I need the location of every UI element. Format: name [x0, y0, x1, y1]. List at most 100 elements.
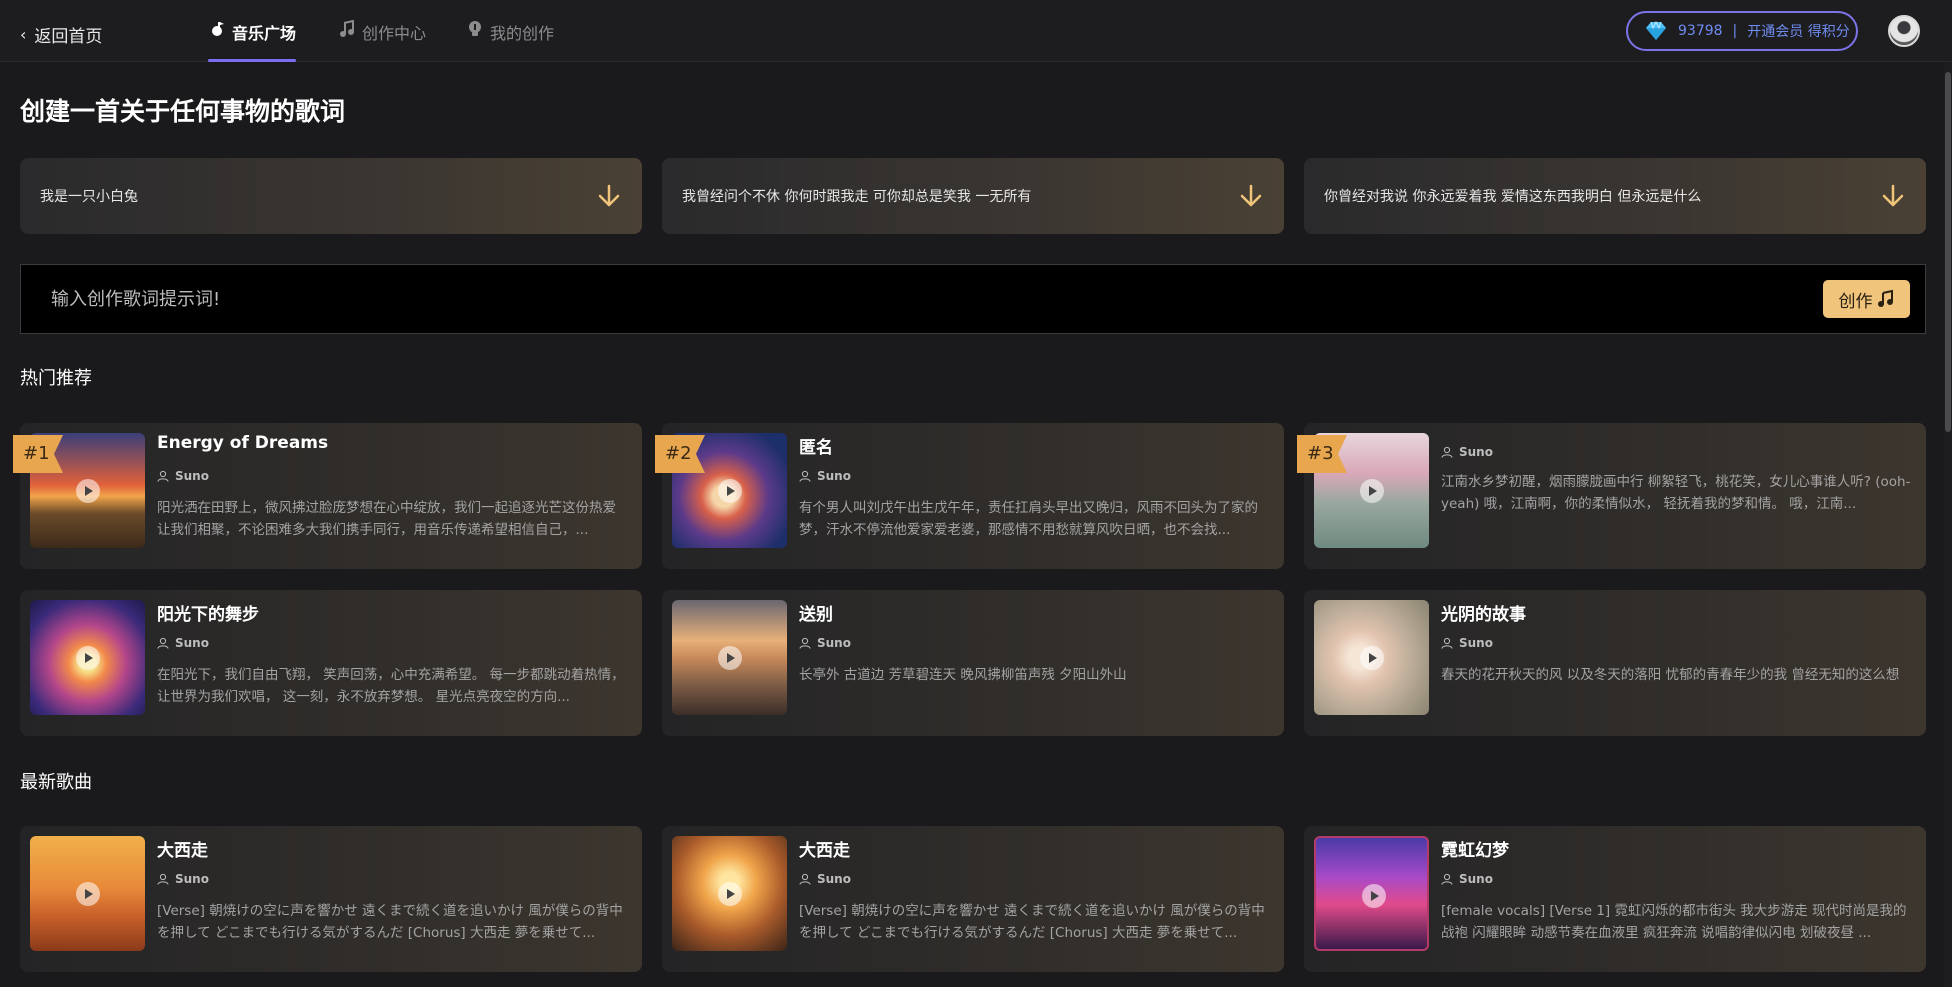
song-cover[interactable] [672, 600, 787, 715]
song-title: 送别 [799, 605, 833, 625]
scrollbar-thumb[interactable] [1945, 72, 1951, 432]
song-author-name: Suno [817, 872, 851, 886]
user-icon [1441, 637, 1453, 649]
song-description: 有个男人叫刘戊午出生戊午年，责任扛肩头早出又晚归，风雨不回头为了家的梦，汗水不停… [799, 500, 1258, 538]
create-button-label: 创作 [1838, 291, 1873, 312]
song-author-name: Suno [1459, 636, 1493, 650]
user-icon [1441, 873, 1453, 885]
tab-music-square[interactable]: 音乐广场 [208, 20, 297, 62]
song-cover[interactable] [1314, 600, 1429, 715]
song-author-name: Suno [175, 469, 209, 483]
play-icon[interactable] [1360, 479, 1384, 503]
page-scrollbar[interactable] [1944, 62, 1952, 987]
hot-section-title: 热门推荐 [20, 368, 92, 389]
points-value: 93798 [1678, 23, 1723, 39]
music-square-icon [212, 22, 224, 36]
play-icon[interactable] [76, 646, 100, 670]
song-title: 霓虹幻梦 [1441, 841, 1509, 861]
song-title: 光阴的故事 [1441, 605, 1526, 625]
prompt-text: 我是一只小白兔 [40, 189, 138, 205]
song-description: 在阳光下，我们自由飞翔， 笑声回荡，心中充满希望。 每一步都跳动着热情， 让世界… [157, 667, 625, 705]
user-icon [799, 637, 811, 649]
arrow-down-icon [1882, 184, 1904, 207]
music-note-icon [1877, 290, 1893, 307]
avatar[interactable] [1888, 15, 1920, 47]
user-icon [157, 637, 169, 649]
user-icon [799, 470, 811, 482]
tab-my-creations-label: 我的创作 [490, 24, 555, 43]
song-author-name: Suno [1459, 872, 1493, 886]
play-icon[interactable] [718, 646, 742, 670]
song-title: 匿名 [799, 438, 833, 458]
arrow-down-icon [1240, 184, 1262, 207]
tab-creation-center[interactable]: 创作中心 [338, 20, 426, 62]
song-author-name: Suno [1459, 445, 1493, 459]
song-description: 江南水乡梦初醒，烟雨朦胧画中行 柳絮轻飞，桃花笑，女儿心事谁人听? (ooh-y… [1441, 474, 1911, 512]
song-cover[interactable] [672, 836, 787, 951]
play-icon[interactable] [76, 882, 100, 906]
play-icon[interactable] [1362, 884, 1386, 908]
song-description: [Verse] 朝焼けの空に声を響かせ 遠くまで続く道を追いかけ 風が僕らの背中… [157, 903, 623, 941]
diamond-icon [1646, 21, 1666, 40]
song-description: [Verse] 朝焼けの空に声を響かせ 遠くまで続く道を追いかけ 風が僕らの背中… [799, 903, 1265, 941]
song-title: 大西走 [799, 841, 850, 861]
song-cover[interactable] [30, 836, 145, 951]
song-description: 春天的花开秋天的风 以及冬天的落阳 忧郁的青春年少的我 曾经无知的这么想 [1441, 667, 1900, 683]
song-author: Suno [799, 872, 851, 886]
prompt-card[interactable]: 你曾经对我说 你永远爱着我 爱情这东西我明白 但永远是什么 [1304, 158, 1926, 234]
song-description: 阳光洒在田野上，微风拂过脸庞梦想在心中绽放，我们一起追逐光芒这份热爱让我们相聚，… [157, 500, 616, 538]
page-title: 创建一首关于任何事物的歌词 [20, 97, 346, 126]
music-note-icon [340, 20, 354, 37]
user-icon [799, 873, 811, 885]
hot-song-card[interactable]: 阳光下的舞步 Suno 在阳光下，我们自由飞翔， 笑声回荡，心中充满希望。 每一… [20, 590, 642, 736]
lyrics-prompt-input[interactable] [51, 288, 1551, 310]
song-author: Suno [1441, 636, 1493, 650]
vip-points-button[interactable]: 93798 | 开通会员 得积分 [1626, 11, 1858, 51]
tab-creation-center-label: 创作中心 [362, 24, 427, 43]
play-icon[interactable] [1360, 646, 1384, 670]
tab-my-creations[interactable]: 我的创作 [466, 20, 554, 62]
hot-song-card[interactable]: #2 匿名 Suno 有个男人叫刘戊午出生戊午年，责任扛肩头早出又晚归，风雨不回… [655, 423, 1284, 569]
song-title: 大西走 [157, 841, 208, 861]
arrow-down-icon [598, 184, 620, 207]
hot-song-card[interactable]: 光阴的故事 Suno 春天的花开秋天的风 以及冬天的落阳 忧郁的青春年少的我 曾… [1304, 590, 1926, 736]
song-author: Suno [157, 872, 209, 886]
points-action: 开通会员 得积分 [1747, 24, 1850, 40]
song-author: Suno [157, 636, 209, 650]
song-title: Energy of Dreams [157, 433, 329, 453]
song-author-name: Suno [817, 636, 851, 650]
song-author: Suno [1441, 445, 1493, 459]
latest-song-card[interactable]: 大西走 Suno [Verse] 朝焼けの空に声を響かせ 遠くまで続く道を追いか… [662, 826, 1284, 972]
back-home-label: 返回首页 [34, 27, 103, 47]
latest-section-title: 最新歌曲 [20, 772, 92, 793]
tab-music-square-label: 音乐广场 [232, 24, 297, 43]
create-button[interactable]: 创作 [1823, 280, 1910, 318]
latest-song-card[interactable]: 霓虹幻梦 Suno [female vocals] [Verse 1] 霓虹闪烁… [1304, 826, 1926, 972]
song-author: Suno [799, 636, 851, 650]
prompt-card[interactable]: 我是一只小白兔 [20, 158, 642, 234]
song-author: Suno [799, 469, 851, 483]
prompt-card[interactable]: 我曾经问个不休 你何时跟我走 可你却总是笑我 一无所有 [662, 158, 1284, 234]
user-icon [1441, 446, 1453, 458]
play-icon[interactable] [76, 479, 100, 503]
hot-song-card[interactable]: #1 Energy of Dreams Suno 阳光洒在田野上，微风拂过脸庞梦… [13, 423, 642, 569]
prompt-text: 我曾经问个不休 你何时跟我走 可你却总是笑我 一无所有 [682, 189, 1032, 205]
play-icon[interactable] [718, 479, 742, 503]
back-home-button[interactable]: ‹ 返回首页 [20, 22, 102, 47]
song-author-name: Suno [817, 469, 851, 483]
latest-song-card[interactable]: 大西走 Suno [Verse] 朝焼けの空に声を響かせ 遠くまで続く道を追いか… [20, 826, 642, 972]
song-author-name: Suno [175, 872, 209, 886]
lightbulb-icon [469, 21, 481, 36]
top-header: ‹ 返回首页 音乐广场 创作中心 我的创作 93798 | 开通会员 得积分 [0, 0, 1952, 62]
song-description: 长亭外 古道边 芳草碧连天 晚风拂柳笛声残 夕阳山外山 [799, 667, 1127, 683]
points-separator: | [1732, 23, 1738, 39]
play-icon[interactable] [718, 882, 742, 906]
hot-song-card[interactable]: #3 Suno 江南水乡梦初醒，烟雨朦胧画中行 柳絮轻飞，桃花笑，女儿心事谁人听… [1297, 423, 1926, 569]
song-description: [female vocals] [Verse 1] 霓虹闪烁的都市街头 我大步游… [1441, 903, 1907, 941]
user-icon [157, 873, 169, 885]
song-cover[interactable] [30, 600, 145, 715]
lyrics-prompt-box: 创作 [20, 264, 1926, 334]
hot-song-card[interactable]: 送别 Suno 长亭外 古道边 芳草碧连天 晚风拂柳笛声残 夕阳山外山 [662, 590, 1284, 736]
song-title: 阳光下的舞步 [157, 605, 259, 625]
song-cover[interactable] [1314, 836, 1429, 951]
